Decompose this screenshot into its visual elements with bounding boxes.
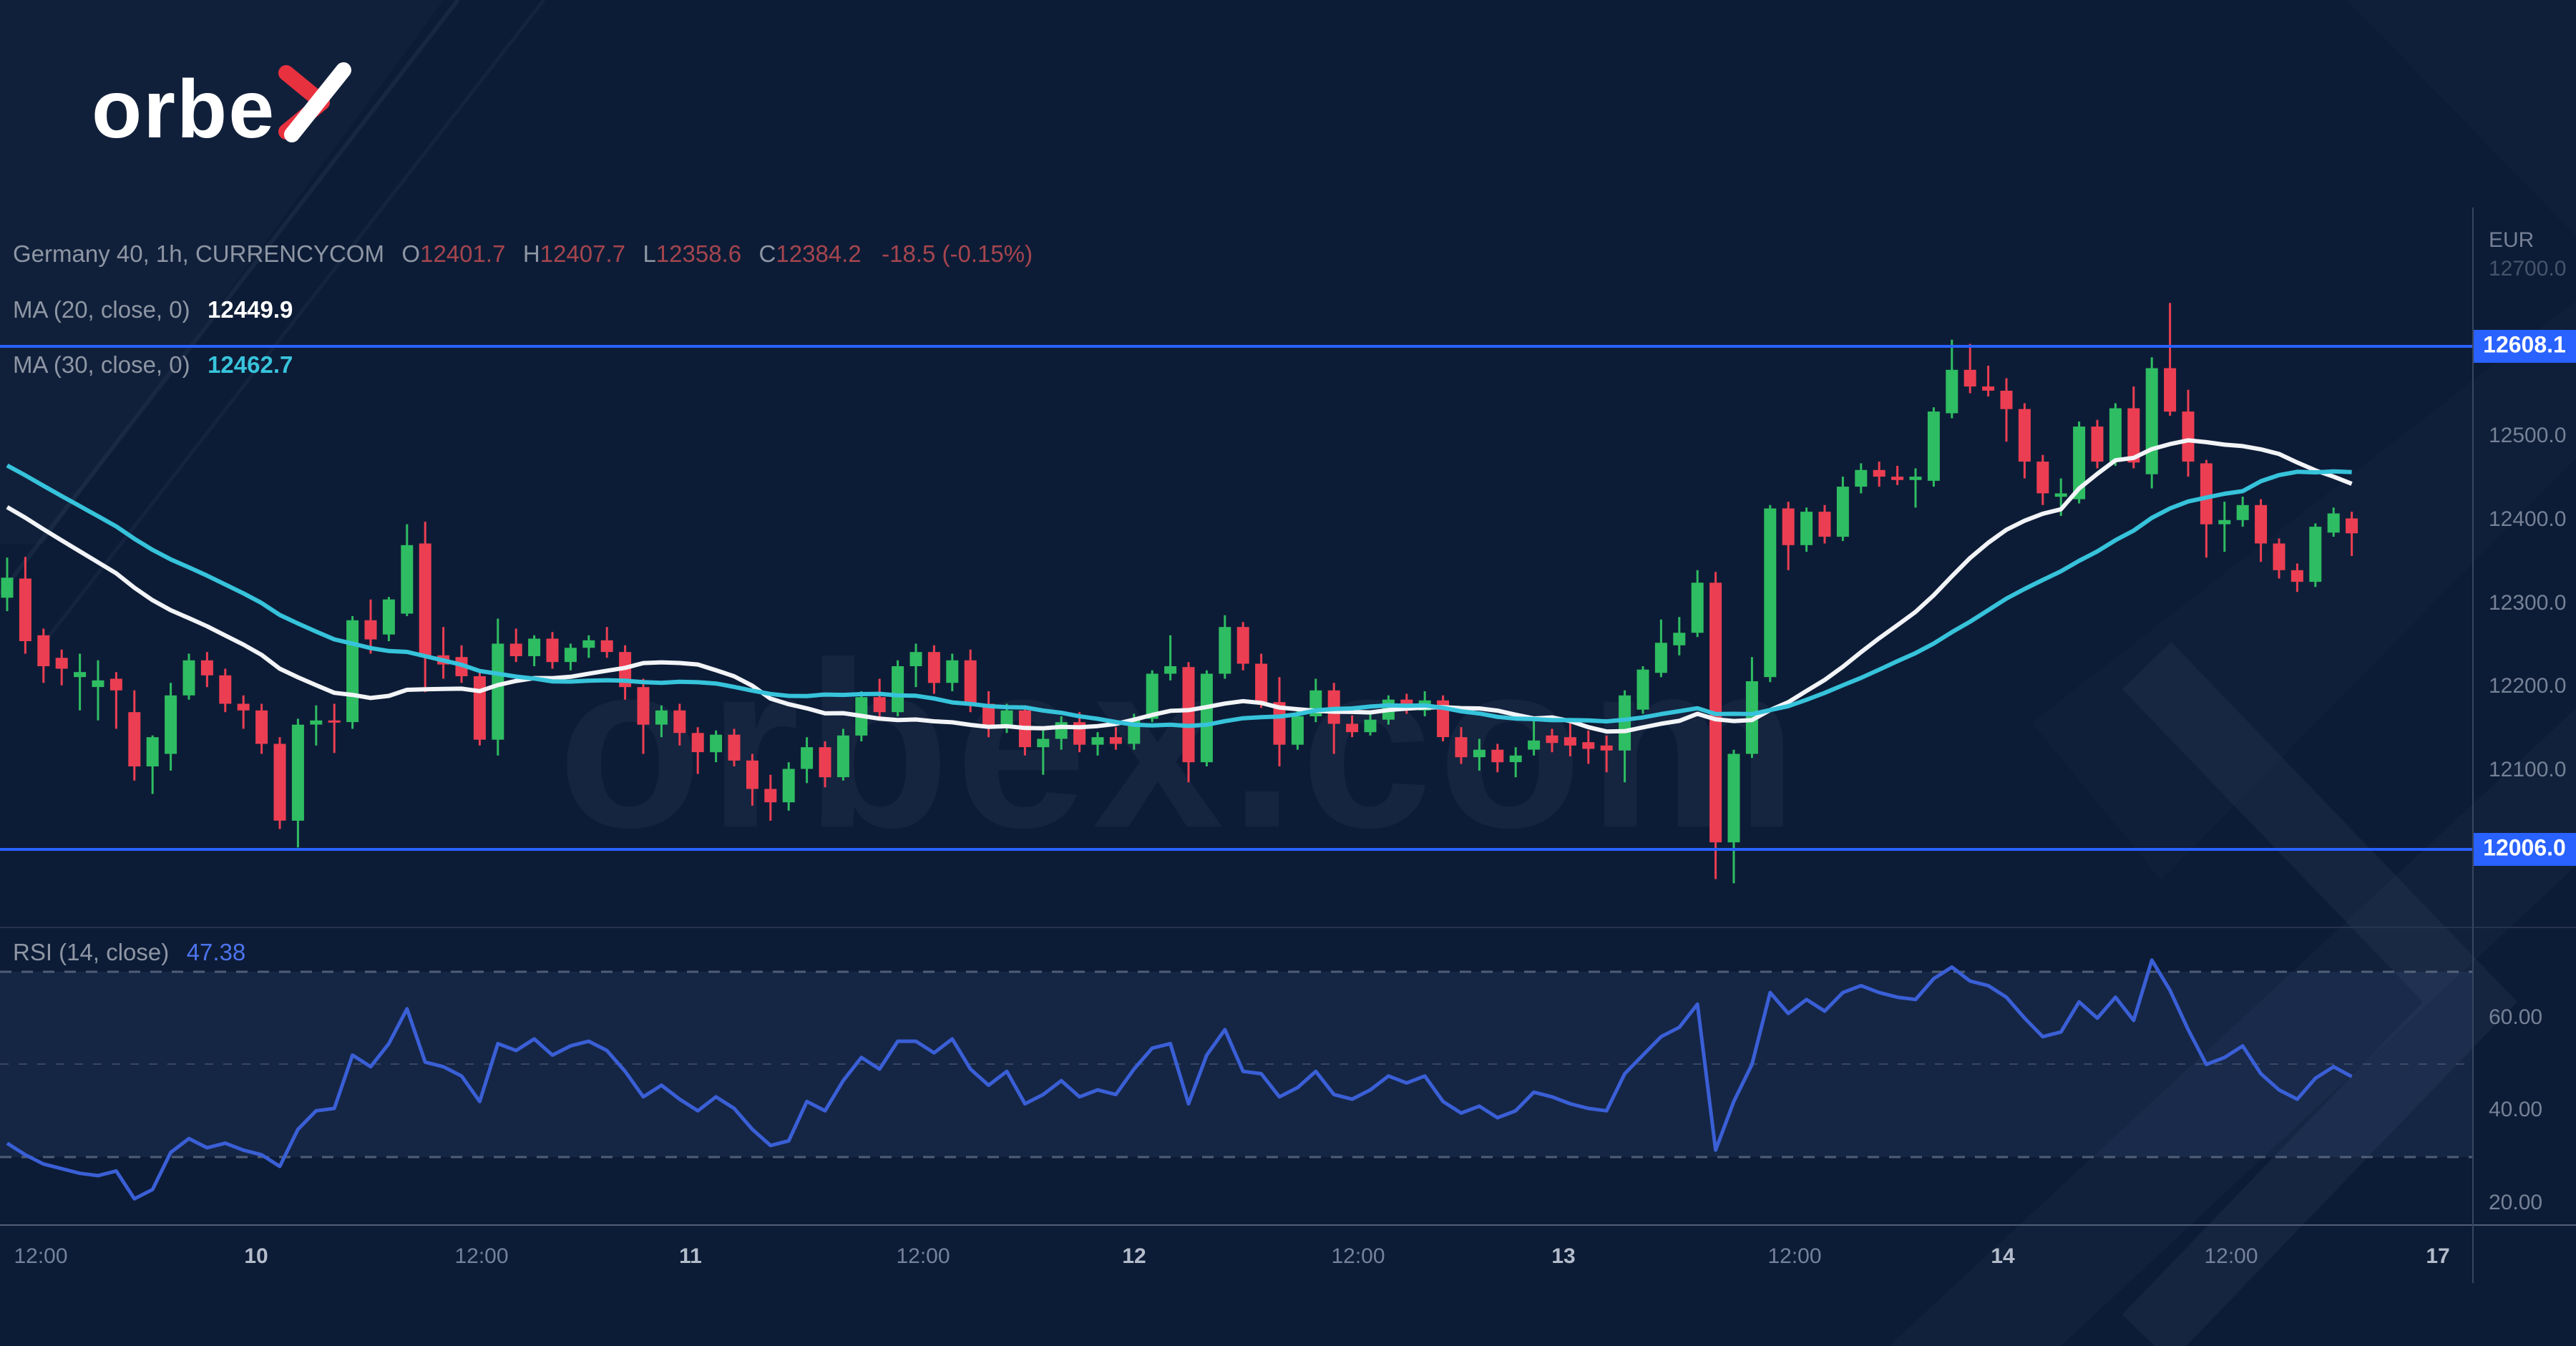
resistance-price-text: 12608.1 <box>2483 331 2566 357</box>
time-label: 12:00 <box>1331 1244 1385 1268</box>
time-label-day: 11 <box>679 1244 702 1268</box>
support-price-label[interactable]: 12006.0 <box>2474 833 2576 866</box>
time-label: 12:00 <box>896 1244 950 1268</box>
support-price-text: 12006.0 <box>2483 834 2566 860</box>
time-label-day: 14 <box>1991 1244 2015 1268</box>
trading-chart: orbex.com EUR 12700.0 12600.0 12500.0 12… <box>0 0 2576 1346</box>
time-label: 12:00 <box>2204 1244 2258 1268</box>
time-label-day: 17 <box>2426 1244 2449 1268</box>
price-tick: 12200.0 <box>2489 674 2566 698</box>
orbex-chart-page: orbex.com EUR 12700.0 12600.0 12500.0 12… <box>0 0 2576 1346</box>
price-tick: 12300.0 <box>2489 591 2566 615</box>
time-label: 12:00 <box>454 1244 508 1268</box>
rsi-tick: 60.00 <box>2489 1005 2542 1029</box>
currency-label: EUR <box>2489 228 2534 252</box>
rsi-tick: 40.00 <box>2489 1098 2542 1121</box>
rsi-pane[interactable] <box>0 927 2472 1225</box>
price-pane[interactable] <box>0 114 2472 927</box>
time-label-day: 12 <box>1122 1244 1146 1268</box>
price-tick: 12500.0 <box>2489 424 2566 447</box>
time-label: 12:00 <box>1767 1244 1821 1268</box>
resistance-price-label[interactable]: 12608.1 <box>2474 330 2576 363</box>
time-label: 12:00 <box>14 1244 67 1268</box>
time-label-day: 10 <box>244 1244 268 1268</box>
price-tick: 12100.0 <box>2489 758 2566 781</box>
price-tick: 12400.0 <box>2489 507 2566 531</box>
time-label-day: 13 <box>1551 1244 1575 1268</box>
rsi-tick: 20.00 <box>2489 1191 2542 1214</box>
price-tick: 12700.0 <box>2489 257 2566 281</box>
